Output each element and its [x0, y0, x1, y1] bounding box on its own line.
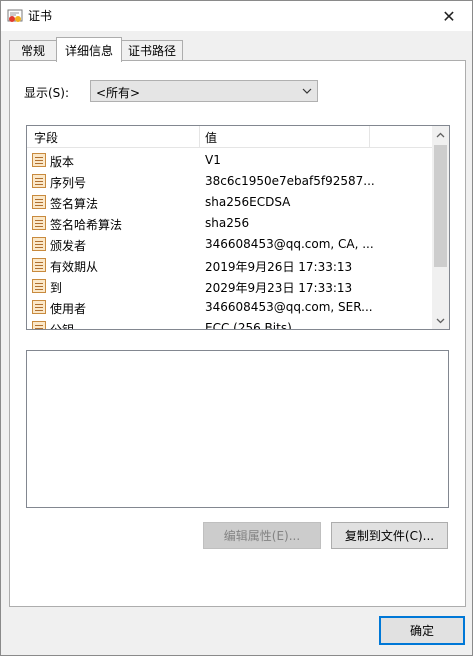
- field-name: 序列号: [50, 176, 87, 190]
- field-icon: [32, 195, 46, 209]
- field-name: 颁发者: [50, 239, 87, 253]
- list-item[interactable]: 签名哈希算法 sha256: [27, 213, 432, 234]
- window-title: 证书: [28, 9, 53, 23]
- copy-to-file-button[interactable]: 复制到文件(C)...: [331, 522, 448, 549]
- list-scrollbar[interactable]: [432, 126, 449, 329]
- scroll-down-icon[interactable]: [432, 312, 449, 329]
- list-item[interactable]: 有效期从 2019年9月26日 17:33:13: [27, 255, 432, 276]
- close-button[interactable]: ✕: [426, 1, 472, 31]
- field-name: 有效期从: [50, 260, 99, 274]
- show-label: 显示(S):: [24, 86, 70, 100]
- edit-properties-button[interactable]: 编辑属性(E)...: [203, 522, 321, 549]
- field-name: 到: [50, 281, 63, 295]
- tab-general[interactable]: 常规: [9, 40, 57, 60]
- field-icon: [32, 216, 46, 230]
- list-item[interactable]: 版本 V1: [27, 150, 432, 171]
- field-value: ECC (256 Bits): [205, 321, 292, 330]
- certificate-dialog: 证书 ✕ 常规 详细信息 证书路径 显示(S): <所有> 字段 值 版本 V1: [0, 0, 473, 656]
- field-name: 使用者: [50, 302, 87, 316]
- title-bar: 证书 ✕: [1, 1, 472, 31]
- field-icon: [32, 279, 46, 293]
- column-divider[interactable]: [199, 126, 200, 147]
- list-item[interactable]: 公钥 ECC (256 Bits): [27, 318, 432, 330]
- tab-details[interactable]: 详细信息: [56, 37, 122, 62]
- chevron-down-icon: [301, 83, 313, 102]
- tab-certification-path[interactable]: 证书路径: [121, 40, 183, 60]
- column-header-value[interactable]: 值: [205, 129, 217, 146]
- ok-button[interactable]: 确定: [379, 616, 465, 645]
- list-item[interactable]: 到 2029年9月23日 17:33:13: [27, 276, 432, 297]
- scroll-up-icon[interactable]: [432, 126, 449, 143]
- list-header: 字段 值: [27, 126, 432, 148]
- field-value: 38c6c1950e7ebaf5f92587...: [205, 174, 375, 188]
- field-name: 签名哈希算法: [50, 218, 123, 232]
- field-name: 版本: [50, 155, 75, 169]
- fields-list[interactable]: 字段 值 版本 V1 序列号 38c6c1950e7ebaf5f92587...…: [26, 125, 450, 330]
- list-item[interactable]: 序列号 38c6c1950e7ebaf5f92587...: [27, 171, 432, 192]
- list-item[interactable]: 使用者 346608453@qq.com, SER...: [27, 297, 432, 318]
- details-panel: 显示(S): <所有> 字段 值 版本 V1 序列号 38c6c1950e7eb…: [9, 60, 466, 607]
- field-value: sha256: [205, 216, 250, 230]
- field-detail-textbox[interactable]: [26, 350, 449, 508]
- field-value: sha256ECDSA: [205, 195, 291, 209]
- scroll-thumb[interactable]: [434, 145, 447, 267]
- field-value: V1: [205, 153, 221, 167]
- field-icon: [32, 174, 46, 188]
- field-name: 签名算法: [50, 197, 99, 211]
- certificate-icon: [7, 9, 23, 22]
- field-icon: [32, 321, 46, 329]
- field-value: 346608453@qq.com, SER...: [205, 300, 373, 314]
- field-value: 2019年9月26日 17:33:13: [205, 260, 353, 274]
- column-divider[interactable]: [369, 126, 370, 147]
- show-dropdown[interactable]: <所有>: [90, 80, 318, 102]
- field-value: 2029年9月23日 17:33:13: [205, 281, 353, 295]
- field-value: 346608453@qq.com, CA, ...: [205, 237, 374, 251]
- column-header-field[interactable]: 字段: [34, 129, 58, 146]
- field-icon: [32, 153, 46, 167]
- field-name: 公钥: [50, 323, 75, 330]
- field-icon: [32, 300, 46, 314]
- show-dropdown-value: <所有>: [96, 86, 141, 100]
- field-icon: [32, 237, 46, 251]
- field-icon: [32, 258, 46, 272]
- list-item[interactable]: 签名算法 sha256ECDSA: [27, 192, 432, 213]
- list-item[interactable]: 颁发者 346608453@qq.com, CA, ...: [27, 234, 432, 255]
